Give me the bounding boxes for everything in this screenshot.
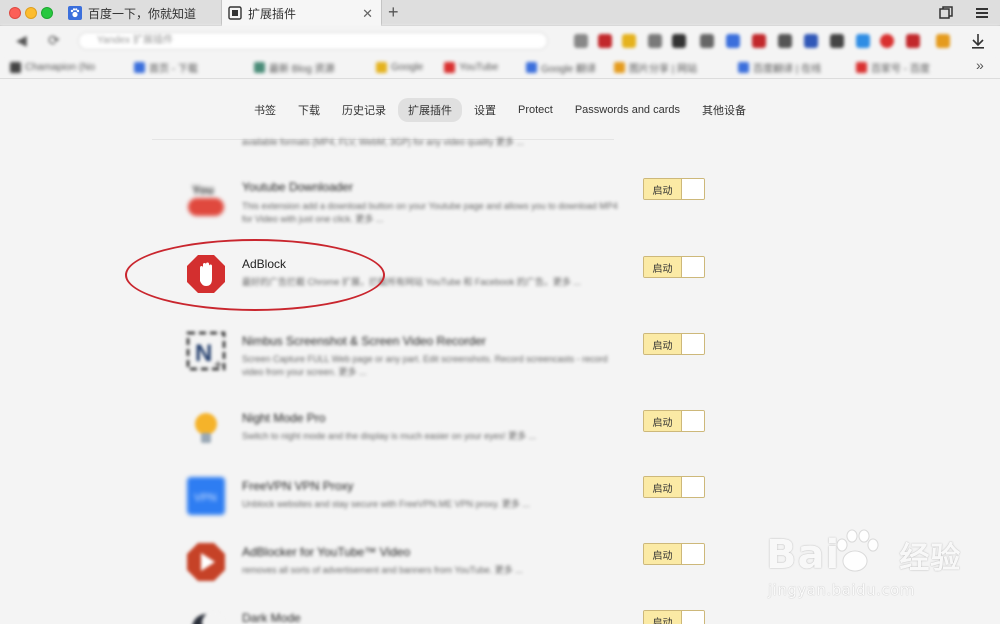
extension-icon[interactable] [752,34,766,48]
extension-description: Unblock websites and stay secure with Fr… [242,499,530,509]
svg-text:+: + [214,356,222,371]
menu-icon[interactable] [974,5,990,21]
extension-toggle[interactable]: 启动 [643,610,705,624]
bookmark-item[interactable]: Chamapion (No [10,60,95,74]
nav-passwords[interactable]: Passwords and cards [565,100,690,120]
extension-icon[interactable] [648,34,662,48]
extension-toggle[interactable]: 启动 [643,410,705,432]
watermark-brand: Baidu经验 [766,532,962,578]
nav-history[interactable]: 历史记录 [332,98,396,122]
extension-name: Dark Mode [242,611,301,624]
extension-name: Nimbus Screenshot & Screen Video Recorde… [242,334,486,348]
svg-text:You: You [192,183,214,197]
title-bar: 百度一下，你就知道 扩展插件 ✕ + [0,0,1000,26]
new-tab-button[interactable]: + [388,2,399,23]
toggle-label: 启动 [644,334,682,354]
address-bar[interactable]: Yandex 扩展插件 [78,32,548,50]
extension-toggle[interactable]: 启动 [643,256,705,278]
tab-extensions[interactable]: 扩展插件 ✕ [222,0,382,26]
extension-name: Youtube Downloader [242,180,353,194]
extension-description: This extension add a download button on … [242,201,618,224]
watermark-url: jingyan.baidu.com [768,581,915,599]
nav-bookmarks[interactable]: 书签 [244,98,286,122]
reload-icon[interactable]: ⟳ [48,32,60,49]
bookmark-item[interactable]: 百家号 - 百度 [856,60,930,75]
tab-label: 扩展插件 [248,6,297,21]
svg-text:VPN: VPN [194,492,217,504]
toggle-label: 启动 [644,179,682,199]
extension-icon[interactable] [906,34,920,48]
extension-icon[interactable] [880,34,894,48]
minimize-window-button[interactable] [25,7,37,19]
extension-description: available formats (MP4, FLV, WebM, 3GP) … [242,137,524,147]
nimbus-screenshot-icon: N + [186,331,226,371]
extension-name: FreeVPN VPN Proxy [242,479,354,493]
more-bookmarks-icon[interactable]: » [976,57,984,73]
play-video-icon [186,542,226,582]
bookmarks-bar: Chamapion (No 首页 - 下载 最新 Blog 资源 Google … [0,56,1000,78]
download-icon[interactable] [970,33,986,49]
tab-list-icon[interactable] [938,5,954,21]
address-text: Yandex 扩展插件 [97,35,173,46]
settings-nav: 书签 下载 历史记录 扩展插件 设置 Protect Passwords and… [0,96,1000,124]
extension-icon[interactable] [598,34,612,48]
toggle-label: 启动 [644,257,682,277]
bookmark-item[interactable]: Google [376,60,423,74]
nav-protect[interactable]: Protect [508,100,563,120]
extension-description: Screen Capture FULL Web page or any part… [242,354,608,377]
moon-icon [186,608,226,624]
extension-icon[interactable] [700,34,714,48]
extension-toggle[interactable]: 启动 [643,178,705,200]
extension-toggle[interactable]: 启动 [643,543,705,565]
close-window-button[interactable] [9,7,21,19]
extensions-icon [228,6,242,20]
youtube-downloader-icon: You [186,178,226,218]
highlight-ellipse [125,239,385,311]
extension-name: Night Mode Pro [242,411,326,425]
toggle-label: 启动 [644,611,682,624]
extension-toggle[interactable]: 启动 [643,476,705,498]
toolbar-divider [0,78,1000,79]
toggle-label: 启动 [644,411,682,431]
extension-icon[interactable] [574,34,588,48]
nav-extensions[interactable]: 扩展插件 [397,98,462,122]
extension-icon[interactable] [856,34,870,48]
bookmark-item[interactable]: Google 翻译 [526,60,596,75]
tab-baidu[interactable]: 百度一下，你就知道 [62,0,222,26]
extension-icon[interactable] [622,34,636,48]
extension-icon[interactable] [936,34,950,48]
bookmark-item[interactable]: 图片分享 | 网站 [614,60,697,75]
tab-label: 百度一下，你就知道 [88,6,197,21]
nav-settings[interactable]: 设置 [464,98,506,122]
nav-other-devices[interactable]: 其他设备 [692,98,756,122]
extension-description: Switch to night mode and the display is … [242,431,537,441]
back-icon[interactable]: ◀ [16,32,27,49]
zoom-window-button[interactable] [41,7,53,19]
svg-text:N: N [195,340,212,367]
nav-downloads[interactable]: 下载 [288,98,330,122]
bookmark-item[interactable]: 首页 - 下载 [134,60,198,75]
lightbulb-icon [186,408,226,448]
bookmark-item[interactable]: 百度翻译 | 在线 [738,60,821,75]
extension-toggle[interactable]: 启动 [643,333,705,355]
toggle-label: 启动 [644,544,682,564]
extension-name: AdBlocker for YouTube™ Video [242,545,411,559]
extension-icon[interactable] [672,34,686,48]
extension-description: removes all sorts of advertisement and b… [242,565,523,575]
vpn-icon: VPN [186,476,226,516]
extension-icon[interactable] [804,34,818,48]
toggle-label: 启动 [644,477,682,497]
bookmark-item[interactable]: 最新 Blog 资源 [254,60,335,75]
bookmark-item[interactable]: YouTube [444,60,498,74]
extension-icon[interactable] [778,34,792,48]
extension-icon[interactable] [726,34,740,48]
browser-toolbar: ◀ ⟳ Yandex 扩展插件 [0,26,1000,56]
baidu-paw-icon [68,6,82,20]
close-tab-icon[interactable]: ✕ [362,6,373,22]
extension-icon[interactable] [830,34,844,48]
